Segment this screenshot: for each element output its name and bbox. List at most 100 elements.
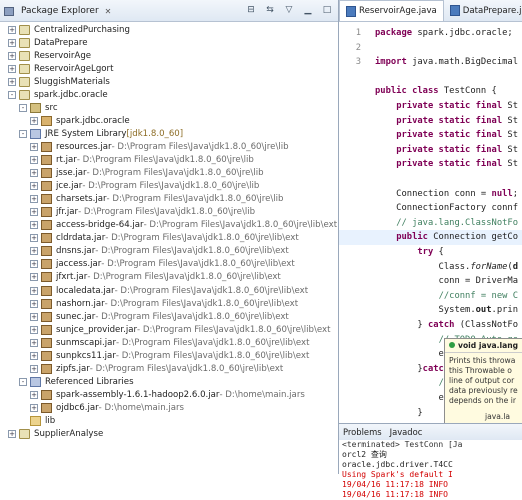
package-explorer-tab[interactable]: Package Explorer ✕ — [4, 4, 111, 18]
tree-item-label: zipfs.jar — [56, 363, 90, 374]
code-text: System.out.prin — [375, 305, 519, 316]
tree-item[interactable]: + rt.jar - D:\Program Files\Java\jdk1.8.0… — [30, 154, 254, 167]
code-text: ConnectionFactory connf — [375, 203, 518, 214]
tree-item[interactable]: + SluggishMaterials — [8, 75, 110, 88]
expand-toggle-icon[interactable]: + — [8, 51, 16, 60]
tree-item-path: - D:\Program Files\Java\jdk1.8.0_60\jre\… — [101, 259, 295, 270]
console-line: oracle.jdbc.driver.T4CC — [342, 460, 453, 469]
expand-toggle-icon[interactable]: + — [30, 169, 38, 178]
tree-item[interactable]: + cldrdata.jar - D:\Program Files\Java\jd… — [30, 232, 299, 245]
expand-toggle-icon[interactable]: + — [8, 64, 16, 73]
tree-item[interactable]: + sunjce_provider.jar - D:\Program Files\… — [30, 323, 331, 336]
src-icon — [30, 102, 41, 113]
tree-item[interactable]: + CentralizedPurchasing — [8, 23, 130, 36]
tree-item[interactable]: + jaccess.jar - D:\Program Files\Java\jdk… — [30, 258, 295, 271]
expand-toggle-icon[interactable]: + — [30, 208, 38, 217]
collapse-all-icon[interactable]: ⊟ — [246, 5, 256, 15]
tree-item[interactable]: + ReservoirAge — [8, 49, 91, 62]
expand-toggle-icon[interactable]: + — [30, 234, 38, 243]
code-line: conn = DriverMa — [339, 274, 522, 289]
expand-toggle-icon[interactable]: + — [30, 182, 38, 191]
project-icon — [19, 50, 30, 61]
collapse-toggle-icon[interactable]: - — [19, 103, 27, 112]
tree-item-label: access-bridge-64.jar — [56, 220, 144, 231]
expand-toggle-icon[interactable]: + — [30, 364, 38, 373]
tree-item[interactable]: + sunmscapi.jar - D:\Program Files\Java\j… — [30, 336, 309, 349]
expand-toggle-icon[interactable]: + — [30, 325, 38, 334]
tree-item[interactable]: lib — [19, 415, 55, 428]
tree-item[interactable]: - src — [19, 101, 58, 114]
editor-tab[interactable]: ReservoirAge.java — [339, 0, 444, 21]
tree-item[interactable]: + sunec.jar - D:\Program Files\Java\jdk1.… — [30, 310, 289, 323]
tree-item[interactable]: + resources.jar - D:\Program Files\Java\j… — [30, 140, 289, 153]
expand-toggle-icon[interactable]: + — [30, 156, 38, 164]
code-text: Connection conn = null; — [375, 188, 519, 199]
tree-item[interactable]: + DataPrepare — [8, 36, 88, 49]
tree-item[interactable]: + spark.jdbc.oracle — [30, 114, 130, 127]
tree-item[interactable]: + sunpkcs11.jar - D:\Program Files\Java\j… — [30, 349, 309, 362]
console-line: 19/04/16 11:17:18 INFO — [342, 480, 448, 489]
code-line: 1 package spark.jdbc.oracle; — [339, 26, 522, 41]
console-tab[interactable]: Javadoc — [390, 427, 423, 437]
tree-item[interactable]: + nashorn.jar - D:\Program Files\Java\jdk… — [30, 297, 298, 310]
expand-toggle-icon[interactable]: + — [30, 273, 38, 282]
expand-toggle-icon[interactable]: + — [8, 77, 16, 86]
code-line: private static final St — [339, 157, 522, 172]
tree-item[interactable]: - JRE System Library [jdk1.8.0_60] — [19, 127, 183, 140]
expand-toggle-icon[interactable]: + — [30, 338, 38, 347]
package-explorer-panel: Package Explorer ✕ ⊟ ⇆ ▽ ▁ □ + Centralize… — [0, 0, 339, 474]
expand-toggle-icon[interactable]: + — [8, 25, 16, 34]
tree-item[interactable]: - Referenced Libraries — [19, 375, 134, 388]
tree-item-label: sunpkcs11.jar — [56, 350, 116, 361]
console-terminated: <terminated> TestConn [Ja — [342, 440, 463, 449]
jar-icon — [41, 168, 52, 179]
jar-icon — [41, 141, 52, 152]
editor-tab-label: ReservoirAge.java — [359, 6, 437, 16]
tree-item[interactable]: + jfr.jar - D:\Program Files\Java\jdk1.8.… — [30, 206, 255, 219]
collapse-toggle-icon[interactable]: - — [19, 129, 27, 138]
tree-item[interactable]: + spark-assembly-1.6.1-hadoop2.6.0.jar - … — [30, 388, 305, 401]
tree-item[interactable]: + ReservoirAgeLgort — [8, 62, 113, 75]
tree-item[interactable]: + ojdbc6.jar - D:\home\main.jars — [30, 401, 184, 414]
expand-toggle-icon[interactable]: + — [30, 116, 38, 125]
expand-toggle-icon[interactable]: + — [30, 286, 38, 295]
expand-toggle-icon[interactable]: + — [8, 430, 16, 439]
expand-toggle-icon[interactable]: + — [30, 260, 38, 269]
collapse-toggle-icon[interactable]: - — [8, 90, 16, 99]
expand-toggle-icon[interactable]: + — [30, 142, 38, 151]
expand-toggle-icon[interactable]: + — [30, 221, 38, 230]
tree-item[interactable]: + jce.jar - D:\Program Files\Java\jdk1.8.… — [30, 180, 259, 193]
tree-item[interactable]: + jsse.jar - D:\Program Files\Java\jdk1.8… — [30, 167, 264, 180]
tree-item[interactable]: + dnsns.jar - D:\Program Files\Java\jdk1.… — [30, 245, 289, 258]
editor-tab[interactable]: DataPrepare.ja — [444, 0, 522, 21]
collapse-toggle-icon[interactable]: - — [19, 377, 27, 386]
minimize-icon[interactable]: ▁ — [303, 5, 313, 15]
tree-item[interactable]: + jfxrt.jar - D:\Program Files\Java\jdk1.… — [30, 271, 281, 284]
tree-item[interactable]: + charsets.jar - D:\Program Files\Java\jd… — [30, 193, 284, 206]
tree-item[interactable]: + localedata.jar - D:\Program Files\Java\… — [30, 284, 308, 297]
code-line: // java.lang.ClassNotFo — [339, 216, 522, 231]
expand-toggle-icon[interactable]: + — [30, 312, 38, 321]
expand-toggle-icon[interactable]: + — [8, 38, 16, 47]
console-tab[interactable]: Problems — [343, 427, 382, 437]
expand-toggle-icon[interactable]: + — [30, 195, 38, 204]
expand-toggle-icon[interactable]: + — [30, 390, 38, 399]
maximize-icon[interactable]: □ — [322, 5, 332, 15]
code-line: private static final St — [339, 128, 522, 143]
view-menu-icon[interactable]: ▽ — [284, 5, 294, 15]
close-icon[interactable]: ✕ — [105, 7, 112, 16]
link-with-editor-icon[interactable]: ⇆ — [265, 5, 275, 15]
jar-icon — [41, 298, 52, 309]
expand-toggle-icon[interactable]: + — [30, 351, 38, 360]
tree-item[interactable]: - spark.jdbc.oracle — [8, 88, 108, 101]
code-text: } — [375, 407, 423, 418]
expand-toggle-icon[interactable]: + — [30, 247, 38, 256]
tree-item[interactable]: + SupplierAnalyse — [8, 428, 103, 441]
java-file-icon — [449, 5, 460, 16]
tree-item[interactable]: + access-bridge-64.jar - D:\Program Files… — [30, 219, 337, 232]
tree-item[interactable]: + zipfs.jar - D:\Program Files\Java\jdk1.… — [30, 362, 283, 375]
expand-toggle-icon[interactable]: + — [30, 403, 38, 412]
expand-toggle-icon[interactable]: + — [30, 299, 38, 308]
code-text: //connf = new C — [438, 290, 519, 301]
